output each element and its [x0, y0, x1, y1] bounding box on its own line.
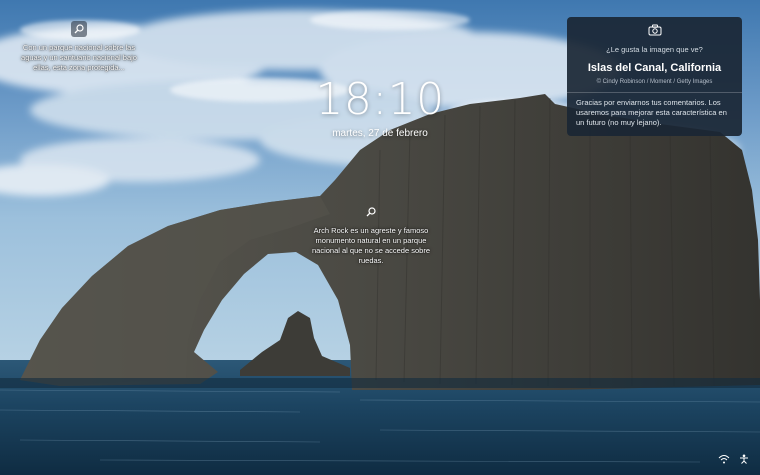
lock-screen-time: 18:10 — [315, 74, 445, 125]
image-info-card[interactable]: ¿Le gusta la imagen que ve? Islas del Ca… — [567, 17, 742, 136]
search-icon[interactable] — [363, 204, 379, 220]
hotspot-text: Con un parque nacional sobre las aguas y… — [21, 43, 137, 72]
feedback-message: Gracias por enviarnos tus comentarios. L… — [576, 98, 727, 127]
hotspot-text: Arch Rock es un agreste y famoso monumen… — [311, 226, 430, 265]
lock-screen[interactable]: Con un parque nacional sobre las aguas y… — [0, 0, 760, 475]
lock-screen-date: martes, 27 de febrero — [332, 128, 428, 139]
image-credit: © Cindy Robinson / Moment / Getty Images — [596, 79, 713, 85]
search-icon[interactable] — [71, 21, 87, 37]
hotspot-info-center[interactable]: Arch Rock es un agreste y famoso monumen… — [310, 204, 432, 266]
hotspot-info-top-left[interactable]: Con un parque nacional sobre las aguas y… — [18, 21, 140, 73]
lock-screen-tray — [718, 451, 750, 464]
camera-icon[interactable] — [648, 23, 662, 36]
image-title[interactable]: Islas del Canal, California — [567, 62, 742, 74]
accessibility-icon[interactable] — [738, 451, 750, 464]
feedback-question: ¿Le gusta la imagen que ve? — [606, 45, 703, 54]
network-icon[interactable] — [718, 451, 730, 464]
